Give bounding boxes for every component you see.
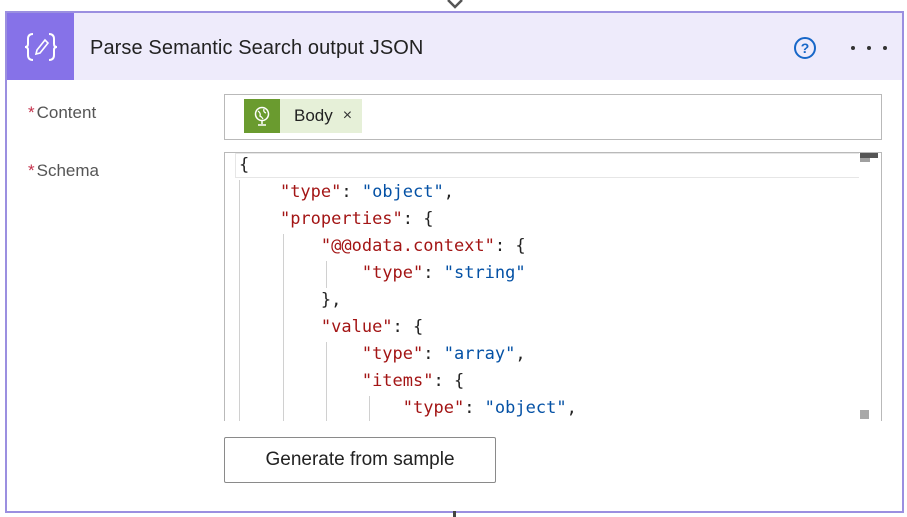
curly-braces-edit-icon: [7, 13, 74, 80]
code-token: "@@odata.context": [320, 236, 495, 256]
scrollbar-thumb[interactable]: [860, 158, 870, 162]
more-options-icon[interactable]: [851, 39, 887, 57]
dot: [851, 46, 855, 50]
token-label: Body: [294, 106, 333, 125]
code-token: "properties": [279, 209, 403, 229]
action-title: Parse Semantic Search output JSON: [90, 37, 424, 59]
code-token: "string": [443, 263, 526, 283]
content-label-text: Content: [36, 103, 97, 122]
schema-label-text: Schema: [36, 161, 99, 180]
code-token: "value": [320, 317, 393, 337]
code-line: "properties": {: [239, 206, 434, 233]
code-token: "items": [361, 371, 434, 391]
action-header[interactable]: Parse Semantic Search output JSON ?: [7, 13, 902, 80]
required-marker: *: [28, 161, 35, 180]
required-marker: *: [28, 103, 35, 122]
code-line: {: [239, 153, 250, 179]
code-line: "type": "array",: [239, 341, 526, 368]
code-token: "object": [361, 182, 444, 202]
code-token: ,: [566, 398, 577, 418]
code-token: "object": [484, 398, 567, 418]
code-token: "array": [443, 344, 516, 364]
code-token: ,: [443, 182, 454, 202]
editor-scrollbar[interactable]: [859, 153, 878, 421]
code-token: : {: [402, 209, 434, 229]
code-token: {: [239, 155, 250, 175]
globe-icon: [244, 99, 280, 133]
help-icon[interactable]: ?: [794, 37, 816, 59]
code-token: :: [423, 263, 444, 283]
active-line-highlight: [235, 153, 863, 178]
code-token: ,: [515, 344, 526, 364]
remove-token-icon[interactable]: ×: [343, 107, 352, 125]
body-token[interactable]: Body ×: [244, 99, 363, 133]
code-token: "type": [361, 344, 424, 364]
content-label: * Content: [28, 103, 96, 123]
code-token: : {: [392, 317, 424, 337]
code-line: "items": {: [239, 368, 464, 395]
code-token: },: [239, 290, 342, 310]
code-line: },: [239, 287, 341, 314]
code-line: "type": "string": [239, 260, 526, 287]
generate-from-sample-button[interactable]: Generate from sample: [224, 437, 496, 483]
dot: [867, 46, 871, 50]
dot: [883, 46, 887, 50]
code-line: "type": "object",: [239, 179, 454, 206]
scrollbar-bottom: [860, 410, 869, 419]
code-token: "type": [402, 398, 465, 418]
schema-label: * Schema: [28, 161, 99, 181]
content-input[interactable]: Body ×: [224, 94, 882, 140]
code-token: : {: [433, 371, 465, 391]
code-token: "type": [361, 263, 424, 283]
code-token: :: [464, 398, 485, 418]
code-token: "type": [279, 182, 342, 202]
code-line: "value": {: [239, 314, 423, 341]
code-token: :: [341, 182, 362, 202]
code-line: "@@odata.context": {: [239, 233, 526, 260]
code-token: : {: [494, 236, 526, 256]
connector-line: [453, 511, 456, 517]
code-token: :: [423, 344, 444, 364]
help-symbol: ?: [800, 40, 810, 56]
schema-code-editor[interactable]: { "type": "object", "properties": { "@@o…: [224, 152, 882, 421]
code-line: "type": "object",: [239, 395, 577, 421]
parse-json-action-card: Parse Semantic Search output JSON ? * Con…: [5, 11, 904, 513]
